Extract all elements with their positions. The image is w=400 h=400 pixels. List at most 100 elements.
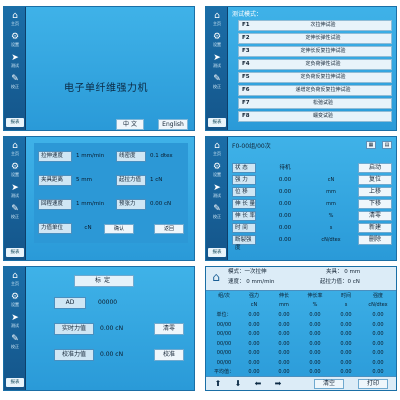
row-label: 伸 长 量 [232, 199, 256, 209]
sidebar-report-button[interactable]: 报表 [6, 118, 24, 127]
linear-density-input[interactable]: 0.1 dtex [150, 151, 190, 162]
start-force-input[interactable]: 1 cN [150, 175, 190, 186]
mode-code: F3 [242, 48, 250, 54]
sidebar-item-home[interactable]: ⌂ 主页 [206, 11, 228, 26]
arrow-down-icon[interactable]: ⬇ [232, 379, 244, 389]
sidebar-item-home[interactable]: ⌂ 主页 [206, 141, 228, 156]
english-button[interactable]: English [158, 119, 188, 130]
print-button[interactable]: 打印 [358, 379, 388, 389]
row-label: 时 间 [232, 223, 256, 233]
sidebar-item-settings[interactable]: ⚙ 设置 [206, 32, 228, 47]
table-cell: 00/00 [216, 359, 232, 366]
gear-icon: ⚙ [212, 32, 222, 42]
table-cell: 0.00 [372, 331, 384, 337]
row-unit: % [328, 213, 334, 219]
confirm-button[interactable]: 确认 [104, 224, 134, 234]
zero-button[interactable]: 清零 [358, 211, 392, 221]
sidebar-item-calibrate[interactable]: ✎ 校正 [206, 74, 228, 89]
arrow-left-icon[interactable]: ⬅ [252, 379, 264, 389]
mode-name: 定负荷弹性试验 [305, 61, 341, 67]
exit-button[interactable]: 返回 [154, 224, 184, 234]
move-up-button[interactable]: 上移 [358, 187, 392, 197]
sidebar-item-label: 测试 [11, 63, 19, 68]
unit-cell: % [312, 302, 318, 308]
stretch-speed-input[interactable]: 1 mm/min [76, 151, 116, 162]
start-button[interactable]: 启动 [358, 163, 392, 173]
mode-f6[interactable]: F6 递增定负荷反复拉伸试验 [238, 85, 392, 96]
save-icon[interactable]: ▦ [366, 141, 376, 149]
mode-code: F2 [242, 35, 250, 41]
new-button[interactable]: 新建 [358, 223, 392, 233]
mode-f8[interactable]: F8 蠕变试验 [238, 111, 392, 122]
pretension-input[interactable]: 0.00 cN [150, 199, 190, 210]
sidebar-item-calibrate[interactable]: ✎ 校正 [206, 204, 228, 219]
pencil-icon: ✎ [11, 74, 19, 84]
mode-f7[interactable]: F7 松弛试验 [238, 98, 392, 109]
sidebar-report-button[interactable]: 报表 [208, 248, 226, 257]
real-force-label: 实时力值 [54, 323, 94, 335]
sidebar-item-home[interactable]: ⌂ 主页 [4, 271, 26, 286]
sidebar-item-calibrate[interactable]: ✎ 校正 [4, 334, 26, 349]
unit-cell: s [344, 302, 348, 308]
sidebar-item-test[interactable]: ➤ 测试 [206, 53, 228, 68]
column-header: 组/次 [218, 293, 230, 299]
mode-code: F5 [242, 74, 250, 80]
sidebar-report-button[interactable]: 报表 [6, 378, 24, 387]
return-speed-input[interactable]: 1 mm/min [76, 199, 116, 210]
sidebar-item-settings[interactable]: ⚙ 设置 [4, 32, 26, 47]
sidebar-item-settings[interactable]: ⚙ 设置 [206, 162, 228, 177]
print-icon[interactable]: ▤ [382, 141, 392, 149]
mode-f3[interactable]: F3 定伸长反复拉伸试验 [238, 46, 392, 57]
sidebar-item-test[interactable]: ➤ 测试 [4, 313, 26, 328]
sidebar-report-button[interactable]: 报表 [208, 118, 226, 127]
mode-f4[interactable]: F4 定负荷弹性试验 [238, 59, 392, 70]
sidebar: ⌂ 主页 ⚙ 设置 ➤ 测试 ✎ 校正 报表 [206, 137, 228, 260]
sidebar-item-calibrate[interactable]: ✎ 校正 [4, 204, 26, 219]
sidebar-item-settings[interactable]: ⚙ 设置 [4, 292, 26, 307]
zero-button[interactable]: 清零 [154, 323, 184, 335]
sidebar-item-label: 主页 [11, 151, 19, 156]
sidebar-report-button[interactable]: 报表 [6, 248, 24, 257]
sidebar-item-label: 设置 [11, 42, 19, 47]
calibration-force-input[interactable]: 0.00 cN [100, 349, 144, 361]
mode-f5[interactable]: F5 定负荷反复拉伸试验 [238, 72, 392, 83]
calibrate-button[interactable]: 校准 [154, 349, 184, 361]
table-cell: 00/00 [216, 340, 232, 347]
test-mode-screen: ⌂ 主页 ⚙ 设置 ➤ 测试 ✎ 校正 报表 测试模式： F1 次拉伸试验 F2… [205, 6, 397, 131]
mode-code: F8 [242, 113, 250, 119]
table-cell: 0.00 [278, 350, 290, 356]
arrow-right-icon[interactable]: ➡ [272, 379, 284, 389]
send-icon: ➤ [213, 183, 221, 193]
sidebar-item-settings[interactable]: ⚙ 设置 [4, 162, 26, 177]
move-down-button[interactable]: 下移 [358, 199, 392, 209]
table-cell: 00/00 [216, 321, 232, 328]
real-force-value: 0.00 cN [100, 325, 124, 332]
sidebar-item-home[interactable]: ⌂ 主页 [4, 141, 26, 156]
mode-f1[interactable]: F1 次拉伸试验 [238, 20, 392, 31]
pencil-icon: ✎ [213, 74, 221, 84]
table-row: 单位： 0.00 0.00 0.00 0.00 0.00 [209, 311, 395, 320]
sidebar-item-test[interactable]: ➤ 测试 [4, 53, 26, 68]
row-label: 强 力 [232, 175, 256, 185]
sidebar-item-test[interactable]: ➤ 测试 [4, 183, 26, 198]
sidebar-item-test[interactable]: ➤ 测试 [206, 183, 228, 198]
clear-button[interactable]: 清空 [314, 379, 344, 389]
force-unit-select[interactable]: cN [76, 223, 100, 234]
table-cell: 0.00 [340, 359, 352, 366]
chinese-button[interactable]: 中 文 [116, 119, 144, 130]
sidebar-item-label: 校正 [213, 84, 221, 89]
calibration-title: 标定 [74, 275, 134, 287]
table-cell: 00/00 [216, 331, 232, 337]
sidebar-item-label: 设置 [11, 172, 19, 177]
house-icon[interactable]: ⌂ [209, 270, 223, 284]
delete-button[interactable]: 删除 [358, 235, 392, 245]
sidebar-item-label: 校正 [11, 344, 19, 349]
sidebar-item-home[interactable]: ⌂ 主页 [4, 11, 26, 26]
reset-button[interactable]: 复位 [358, 175, 392, 185]
sidebar-item-calibrate[interactable]: ✎ 校正 [4, 74, 26, 89]
mode-text: 模式：一次拉伸 [228, 269, 267, 275]
arrow-up-icon[interactable]: ⬆ [212, 379, 224, 389]
mode-f2[interactable]: F2 定伸长弹性试验 [238, 33, 392, 44]
mode-name: 定伸长弹性试验 [305, 35, 341, 41]
clamp-distance-input[interactable]: 5 mm [76, 175, 116, 186]
